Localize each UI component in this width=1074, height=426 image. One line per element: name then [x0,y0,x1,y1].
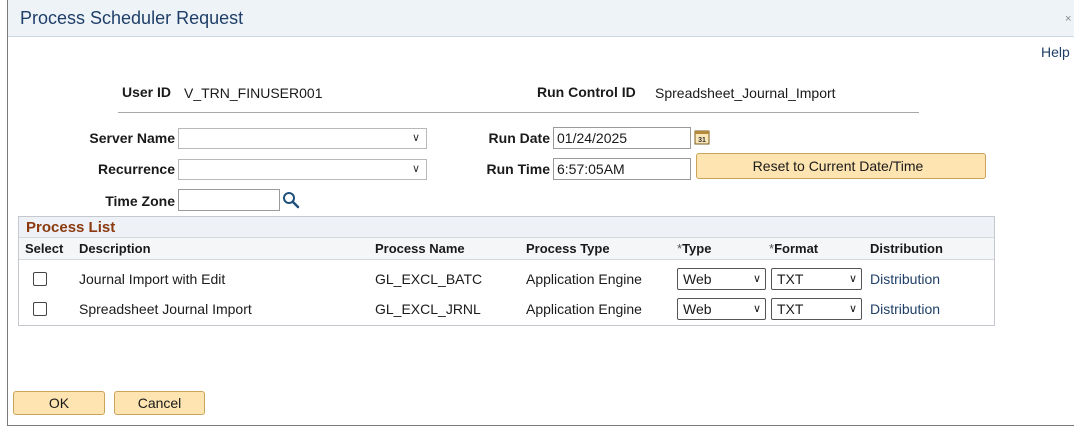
type-value: Web [683,271,712,287]
run-date-input[interactable] [553,127,691,149]
col-process-type-header: Process Type [526,241,610,256]
format-select[interactable]: TXT ∨ [771,268,862,290]
header-divider [118,112,919,113]
help-link[interactable]: Help [1041,44,1070,60]
table-row: Spreadsheet Journal Import GL_EXCL_JRNL … [19,294,994,325]
col-distribution-header: Distribution [870,241,943,256]
distribution-link[interactable]: Distribution [870,271,940,287]
row-process-name: GL_EXCL_BATC [375,271,483,287]
table-row: Journal Import with Edit GL_EXCL_BATC Ap… [19,264,994,295]
search-icon[interactable] [282,191,300,209]
select-checkbox[interactable] [33,272,47,286]
type-value: Web [683,301,712,317]
col-type-label: Type [682,241,712,256]
col-description-header: Description [79,241,151,256]
col-format-header: *Format [769,241,818,256]
row-process-type: Application Engine [526,301,642,317]
grid-header-row: Select Description Process Name Process … [19,238,994,260]
type-select[interactable]: Web ∨ [677,298,766,320]
select-checkbox[interactable] [33,302,47,316]
row-description: Journal Import with Edit [79,271,226,287]
grid-title: Process List [26,219,116,236]
run-control-id-label: Run Control ID [537,84,636,100]
close-icon[interactable]: × [1065,12,1074,26]
dialog-title: Process Scheduler Request [20,8,244,28]
process-list-grid: Process List Select Description Process … [18,216,995,326]
col-process-name-header: Process Name [375,241,465,256]
col-format-label: Format [774,241,819,256]
row-process-name: GL_EXCL_JRNL [375,301,481,317]
user-id-value: V_TRN_FINUSER001 [184,85,323,101]
chevron-down-icon: ∨ [752,303,761,315]
time-zone-input[interactable] [178,189,280,211]
format-value: TXT [777,301,804,317]
time-zone-label: Time Zone [105,193,175,209]
row-description: Spreadsheet Journal Import [79,301,252,317]
recurrence-label: Recurrence [97,161,175,177]
col-select-header: Select [25,241,64,256]
chevron-down-icon: ∨ [752,273,761,285]
row-process-type: Application Engine [526,271,642,287]
run-date-label: Run Date [488,130,550,146]
chevron-down-icon: ∨ [848,273,857,285]
chevron-down-icon: ∨ [848,303,857,315]
svg-text:31: 31 [698,137,706,144]
calendar-icon[interactable]: 31 [694,129,710,145]
format-select[interactable]: TXT ∨ [771,298,862,320]
recurrence-select[interactable]: ∨ [178,159,427,180]
user-id-label: User ID [122,84,172,100]
distribution-link[interactable]: Distribution [870,301,940,317]
run-time-input[interactable] [553,158,691,180]
server-name-label: Server Name [89,130,175,146]
chevron-down-icon: ∨ [411,132,420,144]
chevron-down-icon: ∨ [411,163,420,175]
reset-date-time-button[interactable]: Reset to Current Date/Time [696,153,986,179]
grid-title-bar: Process List [19,217,994,238]
run-time-label: Run Time [486,161,550,177]
col-type-header: *Type [677,241,711,256]
format-value: TXT [777,271,804,287]
type-select[interactable]: Web ∨ [677,268,766,290]
run-control-id-value: Spreadsheet_Journal_Import [655,85,836,101]
cancel-button[interactable]: Cancel [114,391,205,415]
ok-button[interactable]: OK [13,391,105,415]
dialog-frame [7,0,1074,426]
server-name-select[interactable]: ∨ [178,128,427,149]
dialog-titlebar: Process Scheduler Request × [8,0,1074,37]
